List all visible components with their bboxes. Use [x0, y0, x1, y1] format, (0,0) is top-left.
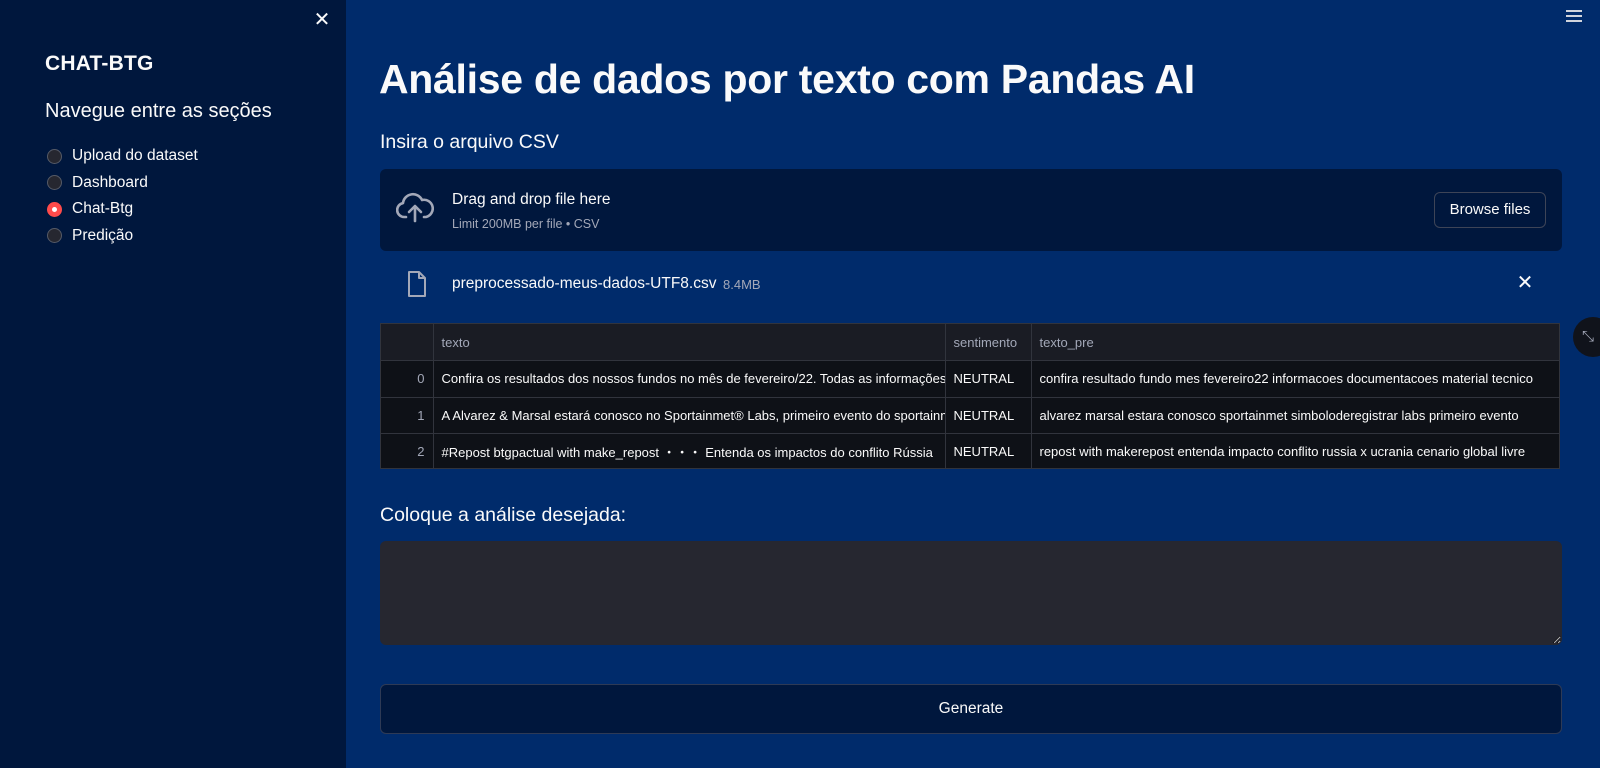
- upload-label: Insira o arquivo CSV: [380, 131, 559, 153]
- browse-files-button[interactable]: Browse files: [1434, 192, 1546, 228]
- dropzone-instructions: Drag and drop file here: [452, 191, 611, 208]
- cell-texto-pre[interactable]: repost with makerepost entenda impacto c…: [1031, 433, 1559, 468]
- radio-upload-dataset[interactable]: Upload do dataset: [47, 143, 198, 170]
- radio-label: Predição: [72, 226, 134, 244]
- table-row: 0 Confira os resultados dos nossos fundo…: [381, 360, 1559, 398]
- close-sidebar-icon[interactable]: ✕: [311, 9, 333, 31]
- main-menu-icon[interactable]: [1566, 10, 1582, 24]
- radio-button-icon[interactable]: [47, 148, 62, 164]
- generate-button[interactable]: Generate: [380, 684, 1562, 734]
- analysis-label: Coloque a análise desejada:: [380, 504, 627, 526]
- cell-texto[interactable]: A Alvarez & Marsal estará conosco no Spo…: [433, 397, 946, 434]
- radio-button-icon[interactable]: [47, 228, 62, 244]
- sidebar: ✕ CHAT-BTG Navegue entre as seções Uploa…: [0, 0, 346, 768]
- cell-texto-pre[interactable]: alvarez marsal estara conosco sportainme…: [1031, 397, 1559, 434]
- radio-label: Chat-Btg: [72, 200, 134, 218]
- radio-predicao[interactable]: Predição: [47, 223, 198, 250]
- page-title: Análise de dados por texto com Pandas AI: [379, 56, 1195, 102]
- cloud-upload-icon: [396, 192, 434, 223]
- file-name: preprocessado-meus-dados-UTF8.csv: [452, 275, 717, 292]
- remove-file-icon[interactable]: ✕: [1514, 272, 1536, 294]
- column-header-sentimento[interactable]: sentimento: [945, 324, 1032, 361]
- table-header-row: texto sentimento texto_pre: [381, 324, 1559, 361]
- radio-label: Dashboard: [72, 173, 148, 191]
- cell-sentimento[interactable]: NEUTRAL: [945, 360, 1032, 398]
- cell-texto[interactable]: Confira os resultados dos nossos fundos …: [433, 360, 946, 398]
- radio-button-selected-icon[interactable]: [47, 201, 62, 217]
- file-icon: [408, 271, 426, 297]
- row-index: 0: [381, 360, 434, 398]
- cell-texto-pre[interactable]: confira resultado fundo mes fevereiro22 …: [1031, 360, 1559, 398]
- table-row: 2 #Repost btgpactual with make_repost ・・…: [381, 433, 1559, 468]
- uploaded-file-row: preprocessado-meus-dados-UTF8.csv 8.4MB …: [380, 270, 1562, 300]
- dropzone-limit-text: Limit 200MB per file • CSV: [452, 217, 600, 231]
- row-index: 1: [381, 397, 434, 434]
- radio-label: Upload do dataset: [72, 147, 198, 165]
- cell-sentimento[interactable]: NEUTRAL: [945, 397, 1032, 434]
- sidebar-subtitle: Navegue entre as seções: [45, 100, 272, 122]
- row-index: 2: [381, 433, 434, 468]
- column-header-index[interactable]: [381, 324, 434, 361]
- fullscreen-expand-icon[interactable]: ⤡: [1573, 317, 1600, 357]
- radio-chat-btg[interactable]: Chat-Btg: [47, 196, 198, 223]
- column-header-texto-pre[interactable]: texto_pre: [1031, 324, 1559, 361]
- section-radio-group: Upload do dataset Dashboard Chat-Btg Pre…: [47, 143, 198, 249]
- radio-button-icon[interactable]: [47, 175, 62, 191]
- cell-sentimento[interactable]: NEUTRAL: [945, 433, 1032, 468]
- file-dropzone[interactable]: Drag and drop file here Limit 200MB per …: [380, 169, 1562, 251]
- cell-texto[interactable]: #Repost btgpactual with make_repost ・・・ …: [433, 433, 946, 468]
- sidebar-title: CHAT-BTG: [45, 52, 154, 75]
- table-row: 1 A Alvarez & Marsal estará conosco no S…: [381, 397, 1559, 434]
- analysis-textarea[interactable]: [380, 541, 1562, 645]
- file-size: 8.4MB: [723, 277, 761, 292]
- dataframe-table[interactable]: texto sentimento texto_pre 0 Confira os …: [380, 323, 1560, 469]
- column-header-texto[interactable]: texto: [433, 324, 946, 361]
- radio-dashboard[interactable]: Dashboard: [47, 170, 198, 197]
